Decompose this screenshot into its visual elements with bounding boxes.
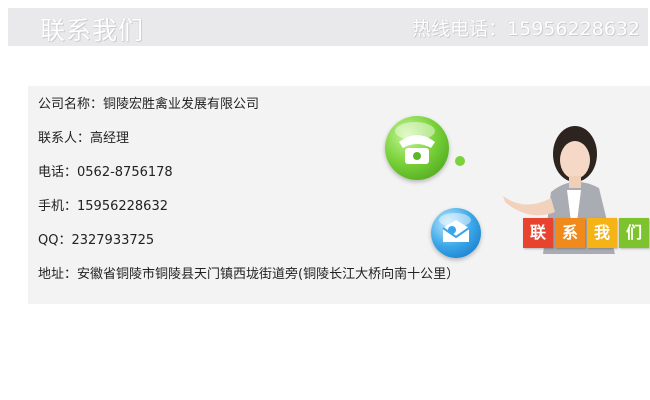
mobile-value: 15956228632 xyxy=(77,199,168,214)
contact-illustration: 联 系 我 们 xyxy=(383,98,649,288)
badge-lian: 联 xyxy=(523,218,553,248)
page-header: 联系我们 热线电话：15956228632 xyxy=(8,8,648,46)
telephone-value: 0562-8756178 xyxy=(77,165,173,180)
telephone-icon xyxy=(385,116,449,180)
address-label: 地址： xyxy=(38,267,78,282)
contact-person-label: 联系人： xyxy=(38,131,91,146)
badge-men: 们 xyxy=(619,218,649,248)
decorative-dot xyxy=(455,156,465,166)
contact-panel: 公司名称：铜陵宏胜禽业发展有限公司 联系人：高经理 电话：0562-875617… xyxy=(28,86,650,304)
hotline-text: 热线电话：15956228632 xyxy=(412,18,640,40)
company-name-label: 公司名称： xyxy=(38,97,104,112)
mobile-label: 手机： xyxy=(38,199,78,214)
page-title: 联系我们 xyxy=(40,16,145,45)
company-name-value: 铜陵宏胜禽业发展有限公司 xyxy=(103,97,260,112)
qq-label: QQ： xyxy=(38,233,72,248)
contact-person-value: 高经理 xyxy=(90,131,130,146)
mail-icon xyxy=(431,208,481,258)
badge-xi: 系 xyxy=(555,218,585,248)
qq-value: 2327933725 xyxy=(71,233,155,248)
decorative-dot xyxy=(448,226,456,234)
badge-wo: 我 xyxy=(587,218,617,248)
telephone-label: 电话： xyxy=(38,165,78,180)
